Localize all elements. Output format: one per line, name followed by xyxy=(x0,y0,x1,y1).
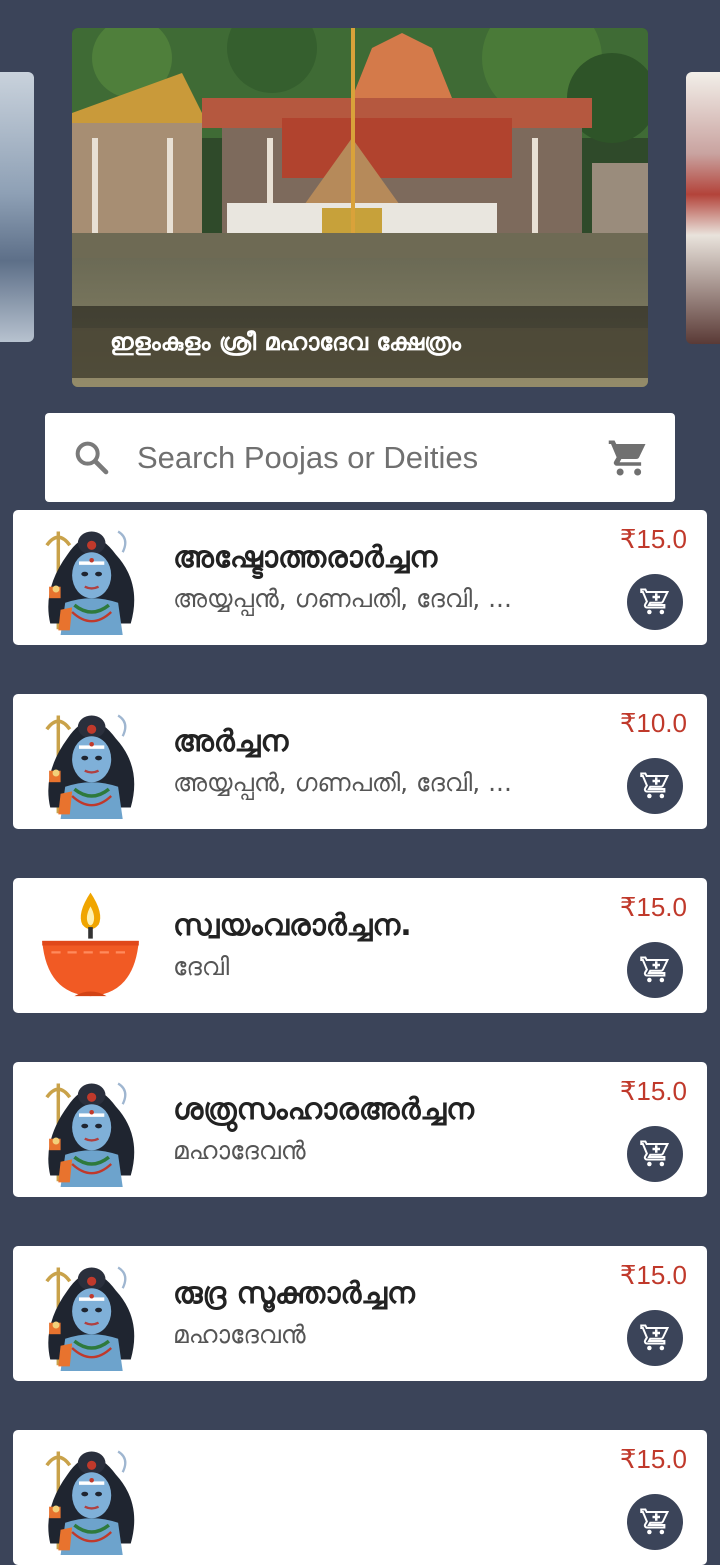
add-cart-icon xyxy=(640,1139,670,1169)
carousel-slide-temple[interactable]: ഇളംകുളം ശ്രീ മഹാദേവ ക്ഷേത്രം xyxy=(72,28,648,387)
add-cart-icon xyxy=(640,587,670,617)
pooja-title: സ്വയംവരാർച്ചന. xyxy=(173,908,412,943)
search-icon[interactable] xyxy=(71,437,111,477)
pooja-title: ശത്രുസംഹാരഅർച്ചന xyxy=(173,1092,474,1127)
search-input[interactable] xyxy=(135,433,589,483)
add-to-cart-button[interactable] xyxy=(627,1310,683,1366)
pooja-card[interactable]: രുദ്ര സൂക്താർച്ചന മഹാദേവൻ ₹15.0 xyxy=(13,1246,707,1381)
banner-carousel[interactable]: ഇളംകുളം ശ്രീ മഹാദേവ ക്ഷേത്രം xyxy=(0,0,720,400)
add-to-cart-button[interactable] xyxy=(627,758,683,814)
pooja-price: ₹15.0 xyxy=(619,1444,687,1474)
pooja-card[interactable]: ₹15.0 xyxy=(13,1430,707,1565)
add-cart-icon xyxy=(640,955,670,985)
pooja-title: രുദ്ര സൂക്താർച്ചന xyxy=(173,1276,415,1311)
pooja-deities: മഹാദേവൻ xyxy=(173,1136,306,1165)
shiva-icon xyxy=(33,704,148,819)
pooja-title: അഷ്ടോത്തരാർച്ചന xyxy=(173,540,438,575)
search-bar xyxy=(45,413,675,502)
add-to-cart-button[interactable] xyxy=(627,574,683,630)
add-to-cart-button[interactable] xyxy=(627,1494,683,1550)
pooja-card[interactable]: സ്വയംവരാർച്ചന. ദേവി ₹15.0 xyxy=(13,878,707,1013)
pooja-price: ₹15.0 xyxy=(619,1076,687,1106)
pooja-card[interactable]: അർച്ചന അയ്യപ്പൻ, ഗണപതി, ദേവി, ... ₹10.0 xyxy=(13,694,707,829)
pooja-deities: ദേവി xyxy=(173,952,230,981)
add-to-cart-button[interactable] xyxy=(627,942,683,998)
pooja-price: ₹15.0 xyxy=(619,1260,687,1290)
shiva-icon xyxy=(33,1256,148,1371)
carousel-slide-next[interactable] xyxy=(686,72,720,344)
pooja-price: ₹10.0 xyxy=(619,708,687,738)
add-cart-icon xyxy=(640,771,670,801)
pooja-deities: അയ്യപ്പൻ, ഗണപതി, ദേവി, ... xyxy=(173,584,512,613)
shiva-icon xyxy=(33,520,148,635)
add-to-cart-button[interactable] xyxy=(627,1126,683,1182)
pooja-card[interactable]: ശത്രുസംഹാരഅർച്ചന മഹാദേവൻ ₹15.0 xyxy=(13,1062,707,1197)
pooja-card[interactable]: അഷ്ടോത്തരാർച്ചന അയ്യപ്പൻ, ഗണപതി, ദേവി, ..… xyxy=(13,510,707,645)
oil-lamp-icon xyxy=(33,888,148,1003)
cart-icon[interactable] xyxy=(607,437,649,479)
add-cart-icon xyxy=(640,1323,670,1353)
shiva-icon xyxy=(33,1440,148,1555)
pooja-price: ₹15.0 xyxy=(619,524,687,554)
add-cart-icon xyxy=(640,1507,670,1537)
pooja-deities: മഹാദേവൻ xyxy=(173,1320,306,1349)
pooja-price: ₹15.0 xyxy=(619,892,687,922)
pooja-deities: അയ്യപ്പൻ, ഗണപതി, ദേവി, ... xyxy=(173,768,512,797)
pooja-title: അർച്ചന xyxy=(173,724,289,759)
banner-caption: ഇളംകുളം ശ്രീ മഹാദേവ ക്ഷേത്രം xyxy=(72,306,648,378)
shiva-icon xyxy=(33,1072,148,1187)
carousel-slide-previous[interactable] xyxy=(0,72,34,342)
